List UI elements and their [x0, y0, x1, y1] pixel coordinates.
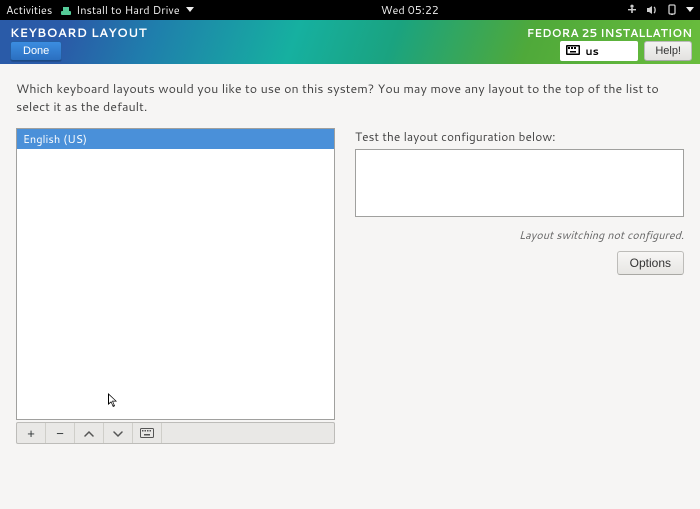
volume-icon[interactable]: [646, 4, 658, 16]
move-up-button[interactable]: [75, 423, 104, 443]
current-app-menu[interactable]: Install to Hard Drive: [60, 2, 193, 18]
move-down-button[interactable]: [104, 423, 133, 443]
keyboard-icon: [566, 43, 580, 59]
page-title: KEYBOARD LAYOUT: [10, 24, 147, 41]
accessibility-icon[interactable]: [626, 4, 638, 16]
system-menu-caret-icon[interactable]: [686, 7, 694, 13]
instruction-text: Which keyboard layouts would you like to…: [16, 80, 684, 116]
caret-down-icon: [186, 7, 194, 13]
test-input[interactable]: [355, 149, 684, 217]
power-icon[interactable]: [666, 4, 678, 16]
help-button[interactable]: Help!: [644, 41, 692, 61]
preview-layout-button[interactable]: [133, 423, 162, 443]
test-label: Test the layout configuration below:: [355, 128, 684, 145]
remove-layout-button[interactable]: −: [46, 423, 75, 443]
chevron-down-icon: [113, 426, 123, 441]
product-label: FEDORA 25 INSTALLATION: [527, 25, 692, 41]
layout-list[interactable]: English (US): [16, 128, 335, 420]
chevron-up-icon: [84, 426, 94, 441]
add-layout-button[interactable]: +: [17, 423, 46, 443]
layout-code: us: [585, 43, 599, 59]
clock: Wed 05:22: [381, 2, 439, 18]
switching-note: Layout switching not configured.: [355, 227, 684, 243]
anaconda-icon: [60, 4, 72, 16]
toolbar-spacer: [162, 423, 334, 443]
installer-header: KEYBOARD LAYOUT FEDORA 25 INSTALLATION D…: [0, 20, 700, 64]
activities-button[interactable]: Activities: [6, 2, 52, 18]
layout-indicator[interactable]: us: [560, 41, 638, 61]
layout-list-item[interactable]: English (US): [17, 129, 334, 149]
gnome-top-bar: Activities Install to Hard Drive Wed 05:…: [0, 0, 700, 20]
app-name: Install to Hard Drive: [76, 2, 179, 18]
layout-toolbar: + −: [16, 422, 335, 444]
installer-body: Which keyboard layouts would you like to…: [0, 64, 700, 460]
options-button[interactable]: Options: [617, 251, 684, 275]
keyboard-small-icon: [140, 426, 154, 441]
done-button[interactable]: Done: [10, 41, 62, 61]
